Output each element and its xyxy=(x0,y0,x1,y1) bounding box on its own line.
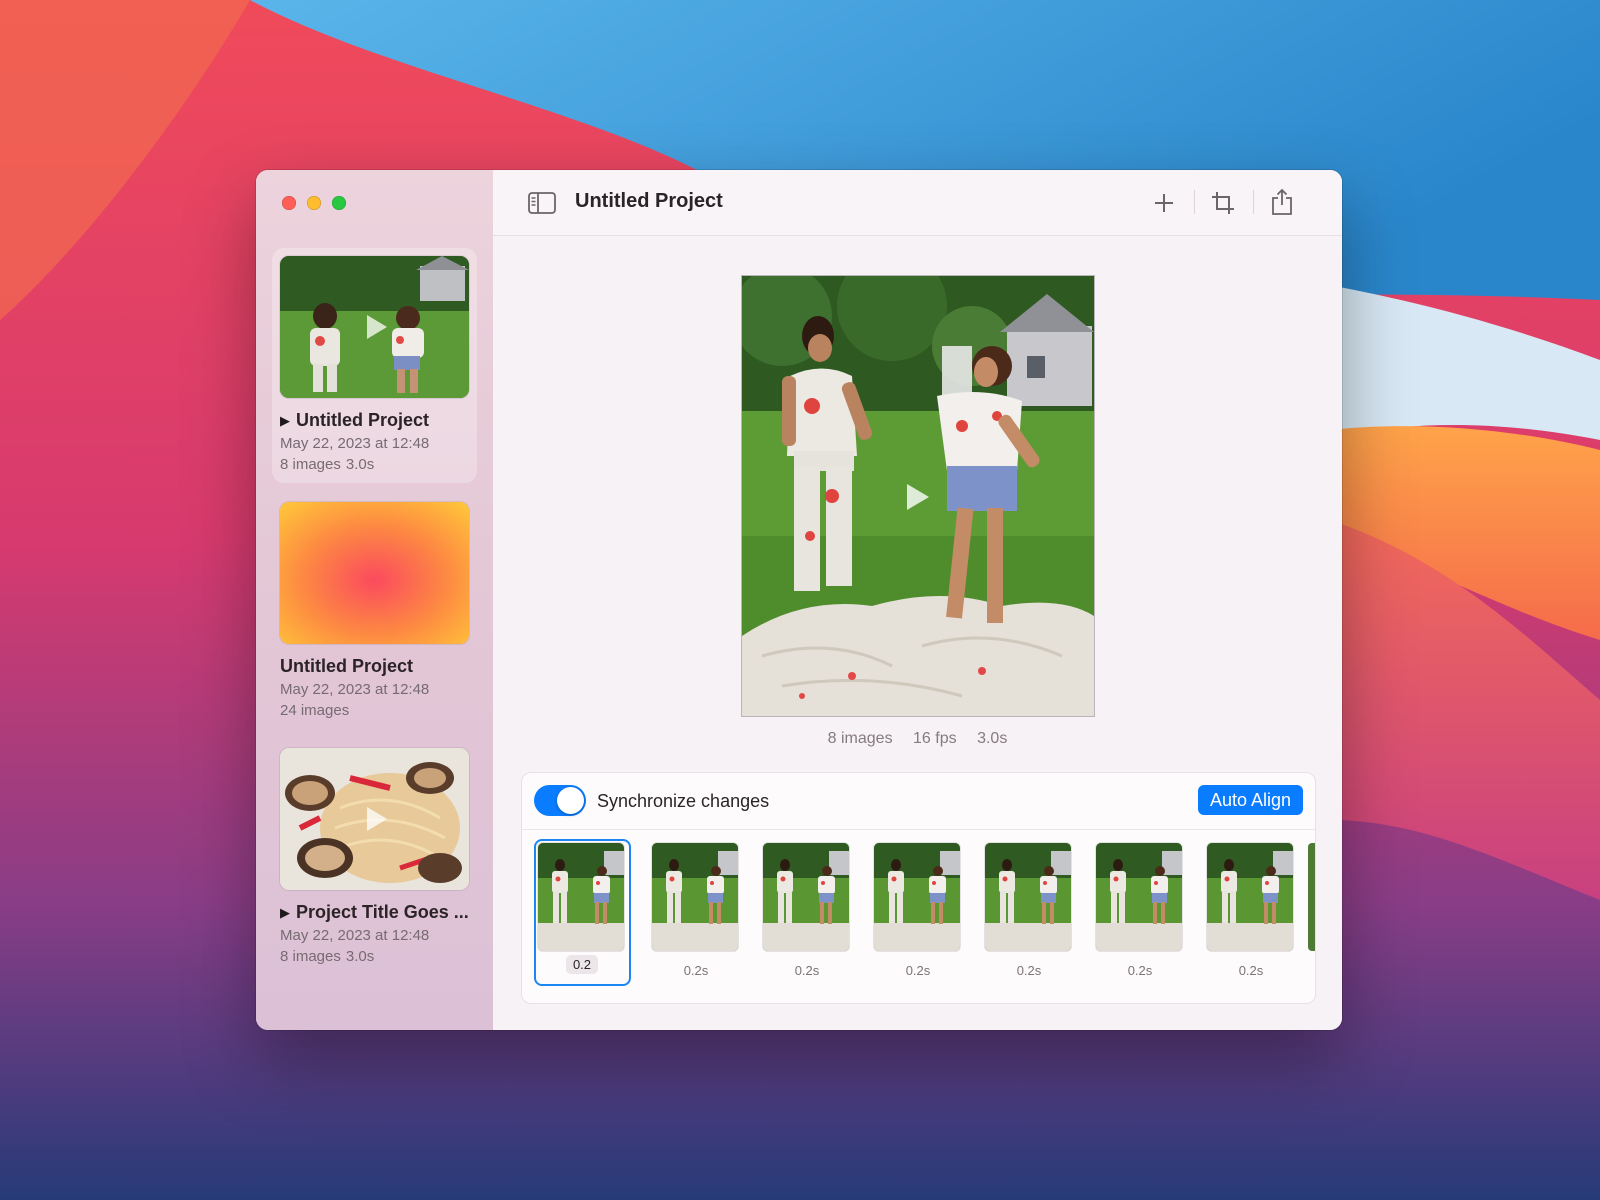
project-title: Project Title Goes ... xyxy=(296,902,469,922)
frames-panel: Synchronize changes Auto Align 0.2 0.2s … xyxy=(521,772,1316,1004)
play-icon: ▶ xyxy=(280,904,290,920)
frame-partial xyxy=(1308,843,1315,951)
preview-stats: 8 images 16 fps 3.0s xyxy=(493,730,1342,748)
sync-toggle[interactable] xyxy=(534,785,586,816)
frame-thumbnail xyxy=(763,843,849,951)
project-image-count: 24 images xyxy=(280,702,350,719)
project-thumbnail xyxy=(280,502,469,644)
play-icon xyxy=(366,315,387,339)
frame-duration: 0.2s xyxy=(905,963,931,978)
frame-item[interactable]: 0.2s xyxy=(870,839,966,989)
project-title-row: Untitled Project xyxy=(280,656,413,677)
play-icon xyxy=(366,807,387,831)
image-preview[interactable] xyxy=(742,276,1094,716)
sidebar-toggle-icon[interactable] xyxy=(527,188,557,218)
share-icon[interactable] xyxy=(1266,185,1298,219)
project-meta: 24 images xyxy=(280,702,349,719)
project-item[interactable]: ▶ Project Title Goes ... May 22, 2023 at… xyxy=(272,740,477,975)
window-title: Untitled Project xyxy=(575,190,723,212)
toolbar: Untitled Project xyxy=(493,170,1342,236)
minimize-button[interactable] xyxy=(307,196,321,210)
toolbar-divider xyxy=(1253,190,1254,214)
image-count: 8 images xyxy=(827,730,893,747)
frame-item[interactable]: 0.2s xyxy=(648,839,744,989)
project-item[interactable]: Untitled Project May 22, 2023 at 12:48 2… xyxy=(272,494,477,729)
crop-icon[interactable] xyxy=(1207,187,1239,219)
frame-duration: 0.2 xyxy=(566,955,598,974)
frame-thumbnail xyxy=(538,843,624,951)
project-title-row: ▶ Untitled Project xyxy=(280,410,429,431)
frame-item[interactable]: 0.2 xyxy=(534,839,631,986)
frame-duration: 0.2s xyxy=(683,963,709,978)
project-duration: 3.0s xyxy=(345,948,375,965)
sidebar: ▶ Untitled Project May 22, 2023 at 12:48… xyxy=(256,170,494,1030)
project-item[interactable]: ▶ Untitled Project May 22, 2023 at 12:48… xyxy=(272,248,477,483)
panel-header: Synchronize changes Auto Align xyxy=(522,773,1315,830)
frame-duration: 0.2s xyxy=(1016,963,1042,978)
main-content: Untitled Project 8 images 16 fps 3.0s Sy… xyxy=(493,170,1342,1030)
frame-thumbnail xyxy=(1207,843,1293,951)
auto-align-button[interactable]: Auto Align xyxy=(1197,785,1303,815)
zoom-button[interactable] xyxy=(332,196,346,210)
project-title: Untitled Project xyxy=(296,410,430,430)
project-meta: 8 images 3.0s xyxy=(280,948,374,965)
frame-item[interactable]: 0.2s xyxy=(1092,839,1188,989)
project-meta: 8 images 3.0s xyxy=(280,456,374,473)
toolbar-divider xyxy=(1194,190,1195,214)
frame-item[interactable]: 0.2s xyxy=(981,839,1077,989)
toggle-knob xyxy=(557,787,584,814)
frame-thumbnail xyxy=(1096,843,1182,951)
project-image-count: 8 images xyxy=(280,948,341,965)
sync-label: Synchronize changes xyxy=(597,791,770,811)
frame-thumbnail xyxy=(985,843,1071,951)
project-image-count: 8 images xyxy=(280,456,341,473)
frame-duration: 0.2s xyxy=(1238,963,1264,978)
duration-value: 3.0s xyxy=(977,730,1008,747)
play-icon[interactable] xyxy=(907,484,929,510)
frame-strip: 0.2 0.2s 0.2s 0.2s 0.2s 0.2s 0.2s xyxy=(522,829,1315,1003)
project-title: Untitled Project xyxy=(280,656,414,676)
frame-item[interactable]: 0.2s xyxy=(1203,839,1299,989)
play-icon: ▶ xyxy=(280,412,290,428)
project-duration: 3.0s xyxy=(345,456,375,473)
project-date: May 22, 2023 at 12:48 xyxy=(280,681,430,698)
traffic-lights xyxy=(282,196,346,210)
frame-item[interactable]: 0.2s xyxy=(759,839,855,989)
project-date: May 22, 2023 at 12:48 xyxy=(280,927,430,944)
frame-thumbnail xyxy=(652,843,738,951)
plus-icon[interactable] xyxy=(1148,187,1180,219)
frame-duration: 0.2s xyxy=(1127,963,1153,978)
project-thumbnail xyxy=(280,748,469,890)
frame-thumbnail xyxy=(874,843,960,951)
frame-duration: 0.2s xyxy=(794,963,820,978)
project-thumbnail xyxy=(280,256,469,398)
fps-value: 16 fps xyxy=(913,730,957,747)
project-title-row: ▶ Project Title Goes ... xyxy=(280,902,469,923)
app-window: ▶ Untitled Project May 22, 2023 at 12:48… xyxy=(256,170,1342,1030)
close-button[interactable] xyxy=(282,196,296,210)
project-date: May 22, 2023 at 12:48 xyxy=(280,435,430,452)
